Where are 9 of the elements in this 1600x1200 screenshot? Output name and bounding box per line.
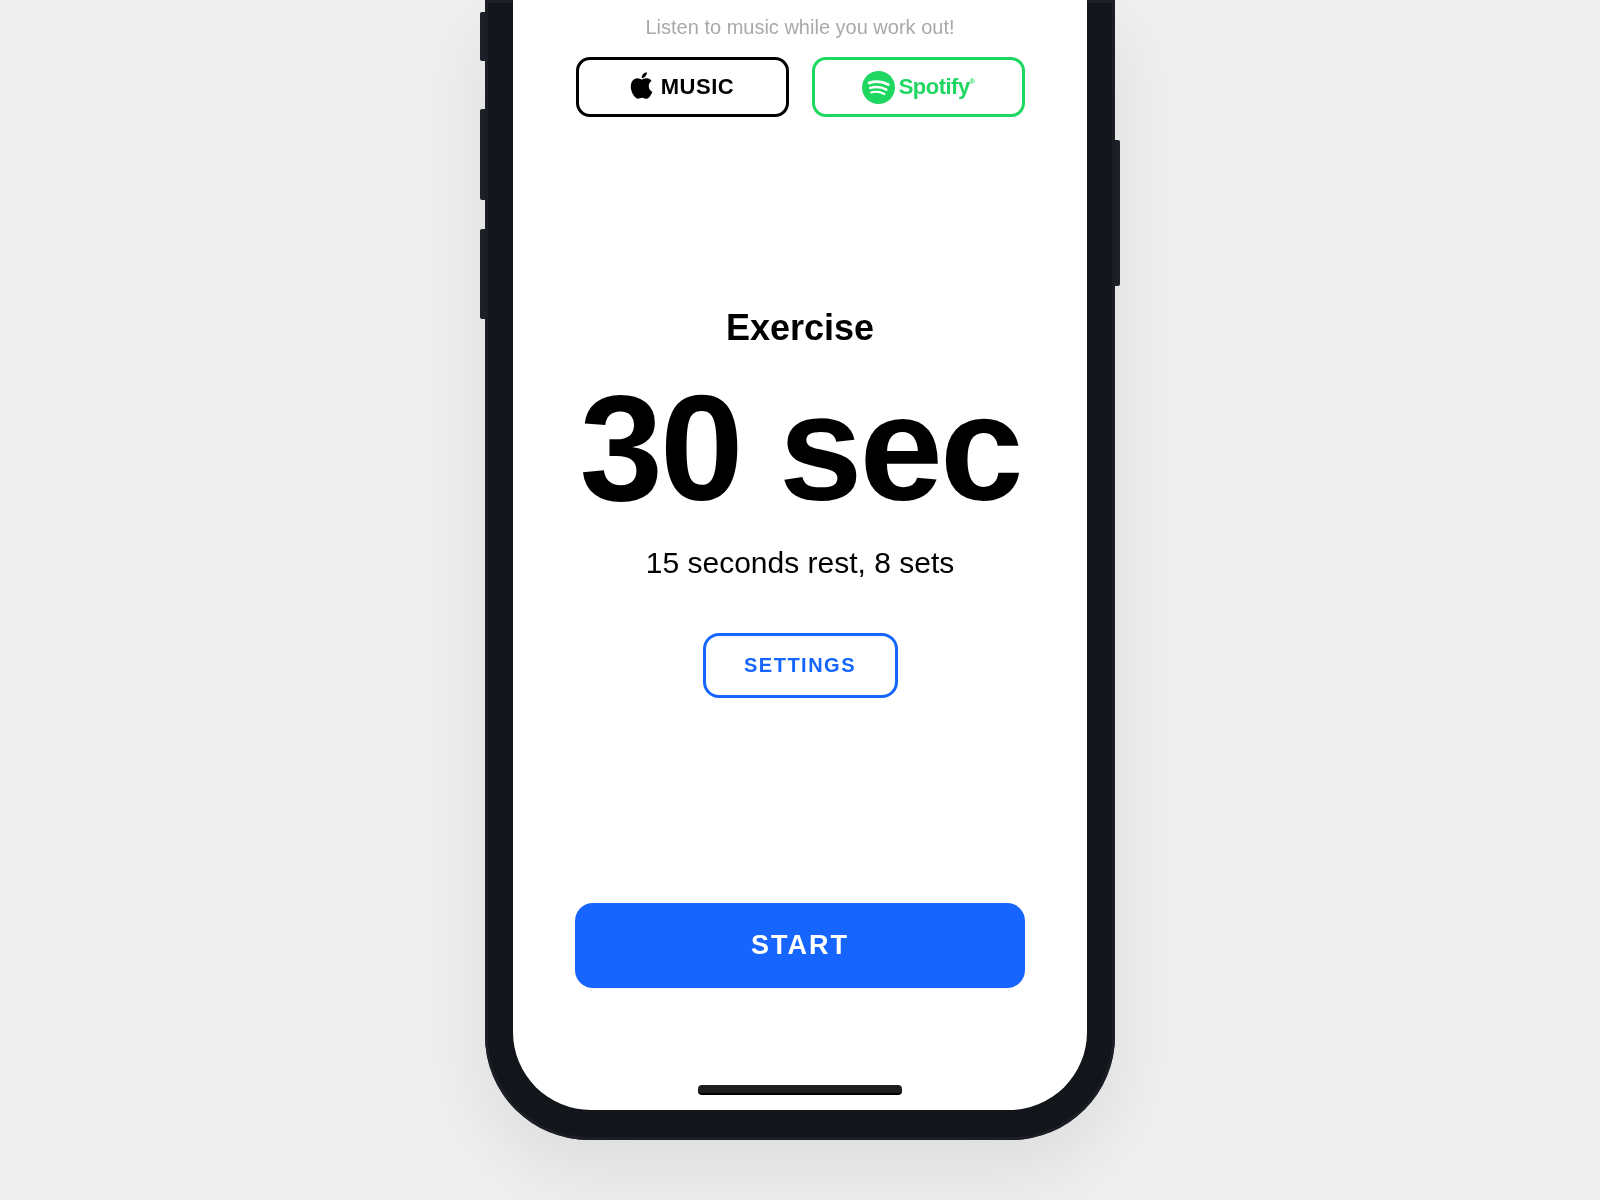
start-button[interactable]: START	[575, 903, 1025, 988]
music-prompt: Listen to music while you work out!	[645, 15, 955, 40]
apple-music-button[interactable]: MUSIC	[575, 57, 789, 117]
apple-logo-icon	[629, 72, 653, 99]
workout-summary: 15 seconds rest, 8 sets	[645, 545, 955, 581]
workout-title: Exercise	[725, 306, 875, 350]
exercise-duration: 30 sec	[579, 373, 1021, 523]
settings-button[interactable]: SETTINGS	[702, 633, 898, 698]
spotify-logo-icon	[861, 70, 895, 104]
